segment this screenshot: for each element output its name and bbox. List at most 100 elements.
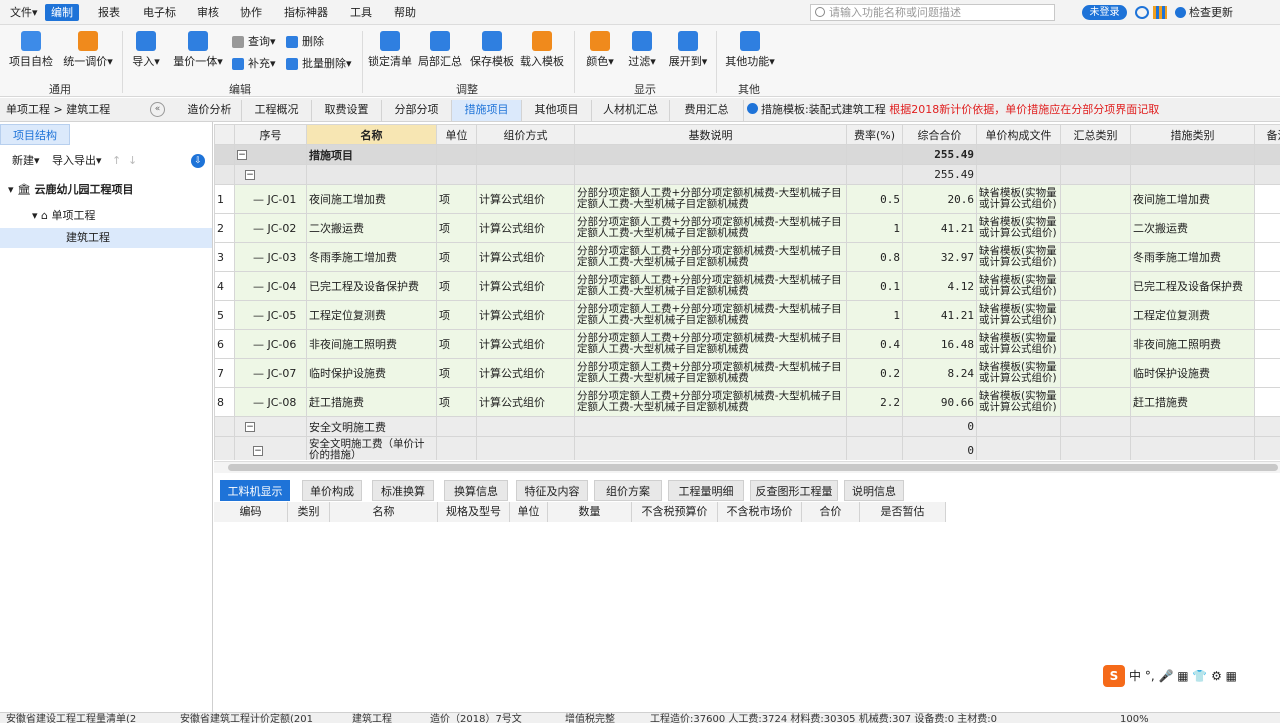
row-method[interactable]: 计算公式组价 bbox=[476, 184, 575, 214]
feature-search-input[interactable]: 请输入功能名称或问题描述 bbox=[810, 4, 1055, 21]
row-rate[interactable]: 0.1 bbox=[846, 271, 903, 301]
move-up-icon[interactable]: ↑ bbox=[112, 150, 121, 172]
tab-quantity-detail[interactable]: 工程量明细 bbox=[668, 480, 744, 501]
row-total[interactable]: 16.48 bbox=[902, 329, 977, 359]
row-remark[interactable] bbox=[1254, 387, 1280, 417]
row-unit[interactable]: 项 bbox=[436, 358, 477, 388]
row-base[interactable]: 分部分项定额人工费+分部分项定额机械费-大型机械子目定额人工费-大型机械子目定额… bbox=[574, 329, 847, 359]
tab-features[interactable]: 特征及内容 bbox=[516, 480, 588, 501]
import-button[interactable]: 导入▾ bbox=[128, 31, 164, 69]
tab-other-items[interactable]: 其他项目 bbox=[522, 100, 592, 121]
menu-review[interactable]: 审核 bbox=[191, 4, 225, 21]
login-button[interactable]: 未登录 bbox=[1082, 5, 1127, 20]
tab-project-structure[interactable]: 项目结构 bbox=[0, 124, 70, 145]
row-name[interactable]: 工程定位复测费 bbox=[306, 300, 437, 330]
row-total[interactable]: 4.12 bbox=[902, 271, 977, 301]
row-unit[interactable]: 项 bbox=[436, 184, 477, 214]
row-code[interactable]: — JC-04 bbox=[234, 271, 307, 301]
row-method[interactable]: 计算公式组价 bbox=[476, 329, 575, 359]
tree-project[interactable]: ▾ 🏛 云鹿幼儿园工程项目 bbox=[8, 180, 208, 200]
batch-delete-button[interactable]: 批量删除▾ bbox=[286, 57, 352, 71]
col-market-price[interactable]: 不含税市场价 bbox=[718, 502, 802, 522]
col-summary-cat[interactable]: 汇总类别 bbox=[1060, 124, 1131, 145]
unify-price-button[interactable]: 统一调价▾ bbox=[60, 31, 116, 69]
row-measure-cat[interactable]: 夜间施工增加费 bbox=[1130, 184, 1255, 214]
row-summary-cat[interactable] bbox=[1060, 300, 1131, 330]
tree-single-project[interactable]: ▾ ⌂ 单项工程 bbox=[32, 206, 212, 226]
row-unit[interactable]: 项 bbox=[436, 387, 477, 417]
row-file[interactable]: 缺省模板(实物量或计算公式组价) bbox=[976, 329, 1061, 359]
row-code[interactable]: — JC-07 bbox=[234, 358, 307, 388]
download-icon[interactable]: ⇩ bbox=[191, 154, 205, 168]
col-rate[interactable]: 费率(%) bbox=[846, 124, 903, 145]
col-quantity[interactable]: 数量 bbox=[548, 502, 632, 522]
row-summary-cat[interactable] bbox=[1060, 184, 1131, 214]
scrollbar-thumb[interactable] bbox=[228, 464, 1278, 471]
row-code[interactable]: — JC-08 bbox=[234, 387, 307, 417]
tab-cost-analysis[interactable]: 造价分析 bbox=[178, 100, 242, 121]
move-down-icon[interactable]: ↓ bbox=[128, 150, 137, 172]
row-summary-cat[interactable] bbox=[1060, 271, 1131, 301]
col-measure-cat[interactable]: 措施类别 bbox=[1130, 124, 1255, 145]
row-index[interactable]: 2 bbox=[214, 213, 235, 243]
row-total[interactable]: 8.24 bbox=[902, 358, 977, 388]
row-name[interactable]: 二次搬运费 bbox=[306, 213, 437, 243]
row-file[interactable]: 缺省模板(实物量或计算公式组价) bbox=[976, 184, 1061, 214]
tab-division-items[interactable]: 分部分项 bbox=[382, 100, 452, 121]
table-row[interactable]: 8— JC-08 赶工措施费项计算公式组价 分部分项定额人工费+分部分项定额机械费-… bbox=[214, 387, 1280, 417]
row-rate[interactable]: 2.2 bbox=[846, 387, 903, 417]
row-code[interactable]: — JC-01 bbox=[234, 184, 307, 214]
row-summary-cat[interactable] bbox=[1060, 358, 1131, 388]
query-button[interactable]: 查询▾ bbox=[232, 35, 276, 49]
table-row[interactable]: 6— JC-06 非夜间施工照明费项计算公式组价 分部分项定额人工费+分部分项定额机… bbox=[214, 329, 1280, 359]
load-template-button[interactable]: 载入模板 bbox=[520, 31, 564, 69]
row-method[interactable]: 计算公式组价 bbox=[476, 300, 575, 330]
row-method[interactable]: 计算公式组价 bbox=[476, 358, 575, 388]
col-mat-unit[interactable]: 单位 bbox=[510, 502, 548, 522]
row-rate[interactable]: 1 bbox=[846, 300, 903, 330]
partial-summary-button[interactable]: 局部汇总 bbox=[418, 31, 462, 69]
table-row-safety-sub[interactable]: − 安全文明施工费（单价计价的措施） 0 bbox=[214, 436, 1280, 460]
row-index[interactable]: 3 bbox=[214, 242, 235, 272]
collapse-icon[interactable]: « bbox=[150, 102, 165, 117]
col-spec[interactable]: 规格及型号 bbox=[438, 502, 510, 522]
row-unit[interactable]: 项 bbox=[436, 329, 477, 359]
table-row[interactable]: 2— JC-02 二次搬运费项计算公式组价 分部分项定额人工费+分部分项定额机械费-… bbox=[214, 213, 1280, 243]
row-unit[interactable]: 项 bbox=[436, 242, 477, 272]
lock-list-button[interactable]: 锁定清单 bbox=[368, 31, 412, 69]
col-remark[interactable]: 备注 bbox=[1254, 124, 1280, 145]
menu-edit[interactable]: 编制 bbox=[45, 4, 79, 21]
row-base[interactable]: 分部分项定额人工费+分部分项定额机械费-大型机械子目定额人工费-大型机械子目定额… bbox=[574, 242, 847, 272]
row-total[interactable]: 20.6 bbox=[902, 184, 977, 214]
row-code[interactable]: — JC-05 bbox=[234, 300, 307, 330]
tab-notes[interactable]: 说明信息 bbox=[844, 480, 904, 501]
row-measure-cat[interactable]: 临时保护设施费 bbox=[1130, 358, 1255, 388]
menu-ebid[interactable]: 电子标 bbox=[137, 4, 182, 21]
row-base[interactable]: 分部分项定额人工费+分部分项定额机械费-大型机械子目定额人工费-大型机械子目定额… bbox=[574, 213, 847, 243]
sync-icon[interactable] bbox=[1135, 6, 1149, 19]
row-rate[interactable]: 0.5 bbox=[846, 184, 903, 214]
row-name[interactable]: 临时保护设施费 bbox=[306, 358, 437, 388]
row-unit[interactable]: 项 bbox=[436, 300, 477, 330]
row-code[interactable]: — JC-06 bbox=[234, 329, 307, 359]
tab-overview[interactable]: 工程概况 bbox=[242, 100, 312, 121]
row-file[interactable]: 缺省模板(实物量或计算公式组价) bbox=[976, 387, 1061, 417]
tab-unit-price[interactable]: 单价构成 bbox=[302, 480, 362, 501]
row-rate[interactable]: 0.2 bbox=[846, 358, 903, 388]
new-button[interactable]: 新建▾ bbox=[12, 150, 40, 172]
row-method[interactable]: 计算公式组价 bbox=[476, 271, 575, 301]
row-index[interactable]: 7 bbox=[214, 358, 235, 388]
tab-reverse-check[interactable]: 反查图形工程量 bbox=[750, 480, 838, 501]
tree-unit-project[interactable]: 建筑工程 bbox=[0, 228, 212, 248]
row-name[interactable]: 冬雨季施工增加费 bbox=[306, 242, 437, 272]
row-index[interactable]: 6 bbox=[214, 329, 235, 359]
col-seq[interactable]: 序号 bbox=[234, 124, 307, 145]
col-file[interactable]: 单价构成文件 bbox=[976, 124, 1061, 145]
collapse-toggle-icon[interactable]: − bbox=[253, 445, 263, 456]
row-method[interactable]: 计算公式组价 bbox=[476, 387, 575, 417]
menu-collab[interactable]: 协作 bbox=[234, 4, 268, 21]
row-measure-cat[interactable]: 工程定位复测费 bbox=[1130, 300, 1255, 330]
row-measure-cat[interactable]: 已完工程及设备保护费 bbox=[1130, 271, 1255, 301]
row-remark[interactable] bbox=[1254, 184, 1280, 214]
col-method[interactable]: 组价方式 bbox=[476, 124, 575, 145]
